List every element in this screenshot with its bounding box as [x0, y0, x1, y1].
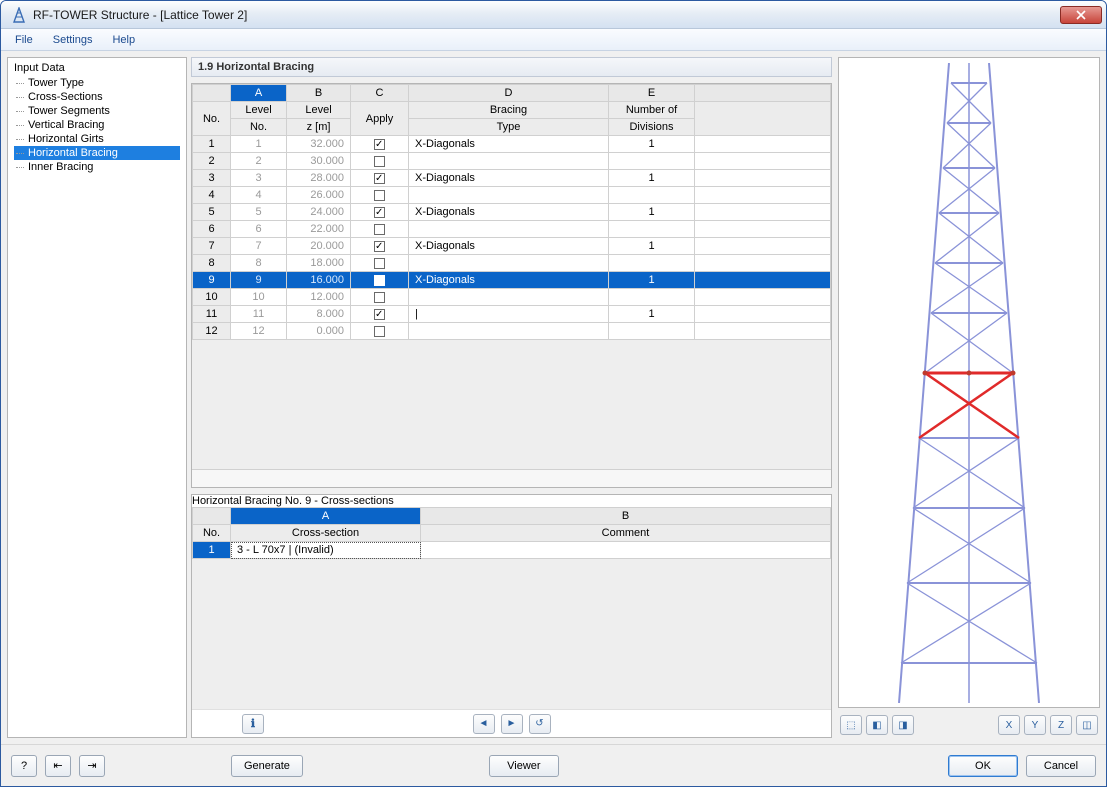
tree-item-1[interactable]: Cross-Sections: [14, 90, 180, 104]
tree-item-6[interactable]: Inner Bracing: [14, 160, 180, 174]
sub-title: Horizontal Bracing No. 9 - Cross-section…: [192, 495, 831, 507]
export-button[interactable]: ⇥: [79, 755, 105, 777]
app-window: RF-TOWER Structure - [Lattice Tower 2] F…: [0, 0, 1107, 787]
viewer-3d[interactable]: [838, 57, 1100, 708]
cs-cell-b[interactable]: [421, 542, 831, 559]
col-no[interactable]: No.: [193, 102, 231, 136]
grid-statusbar: [192, 469, 831, 487]
sidebar-header: Input Data: [14, 62, 180, 74]
window-title: RF-TOWER Structure - [Lattice Tower 2]: [33, 8, 1060, 22]
apply-checkbox[interactable]: [374, 156, 385, 167]
info-button[interactable]: ℹ: [242, 714, 264, 734]
sidebar: Input Data Tower TypeCross-SectionsTower…: [7, 57, 187, 738]
menu-file[interactable]: File: [9, 32, 39, 48]
apply-checkbox[interactable]: [374, 275, 385, 286]
tower-graphic: [839, 63, 1099, 703]
viewer-toolbar: ⬚ ◧ ◨ X Y Z ◫: [838, 712, 1100, 738]
main-grid[interactable]: A B C D E No. Level Level: [191, 83, 832, 488]
viewer-column: ⬚ ◧ ◨ X Y Z ◫: [838, 57, 1100, 738]
view-y[interactable]: Y: [1024, 715, 1046, 735]
grid-row[interactable]: 3328.000X-Diagonals1: [193, 170, 831, 187]
title-bar[interactable]: RF-TOWER Structure - [Lattice Tower 2]: [1, 1, 1106, 29]
grid-row[interactable]: 6622.000: [193, 221, 831, 238]
ok-button[interactable]: OK: [948, 755, 1018, 777]
close-button[interactable]: [1060, 6, 1102, 24]
reset-button[interactable]: ↺: [529, 714, 551, 734]
tree-item-5[interactable]: Horizontal Bracing: [14, 146, 180, 160]
cancel-button[interactable]: Cancel: [1026, 755, 1096, 777]
help-button[interactable]: ?: [11, 755, 37, 777]
grid-row[interactable]: 2230.000: [193, 153, 831, 170]
main: 1.9 Horizontal Bracing A B C D E: [191, 57, 1100, 738]
view-x[interactable]: X: [998, 715, 1020, 735]
cs-row[interactable]: 1 3 - L 70x7 | (Invalid): [193, 542, 831, 559]
col-letter-b[interactable]: B: [287, 85, 351, 102]
viewer-button[interactable]: Viewer: [489, 755, 559, 777]
view-z[interactable]: Z: [1050, 715, 1072, 735]
grid-row[interactable]: 5524.000X-Diagonals1: [193, 204, 831, 221]
tree-item-0[interactable]: Tower Type: [14, 76, 180, 90]
grid-row[interactable]: 4426.000: [193, 187, 831, 204]
apply-checkbox[interactable]: [374, 139, 385, 150]
apply-checkbox[interactable]: [374, 258, 385, 269]
apply-checkbox[interactable]: [374, 326, 385, 337]
col-letter-e[interactable]: E: [609, 85, 695, 102]
apply-checkbox[interactable]: [374, 224, 385, 235]
apply-checkbox[interactable]: [374, 241, 385, 252]
cross-sections-panel: Horizontal Bracing No. 9 - Cross-section…: [191, 494, 832, 738]
cs-cell-a[interactable]: 3 - L 70x7 | (Invalid): [231, 542, 421, 559]
grid-row[interactable]: 101012.000: [193, 289, 831, 306]
prev-button[interactable]: ◄: [473, 714, 495, 734]
cross-section-table[interactable]: A B No. Cross-section Comment 1: [192, 507, 831, 559]
tree-item-4[interactable]: Horizontal Girts: [14, 132, 180, 146]
grid-row[interactable]: 12120.000: [193, 323, 831, 340]
grid-row[interactable]: 9916.000X-Diagonals1: [193, 272, 831, 289]
grid-filler: [192, 340, 831, 469]
grid-row[interactable]: 1132.000X-Diagonals1: [193, 136, 831, 153]
view-tool-2[interactable]: ◧: [866, 715, 888, 735]
view-tool-1[interactable]: ⬚: [840, 715, 862, 735]
apply-checkbox[interactable]: [374, 309, 385, 320]
view-tool-3[interactable]: ◨: [892, 715, 914, 735]
grid-row[interactable]: 8818.000: [193, 255, 831, 272]
grid-row[interactable]: 11118.000|1: [193, 306, 831, 323]
footer: ? ⇤ ⇥ Generate Viewer OK Cancel: [1, 744, 1106, 786]
menu-settings[interactable]: Settings: [47, 32, 99, 48]
col-letter-a[interactable]: A: [231, 85, 287, 102]
menu-help[interactable]: Help: [106, 32, 141, 48]
apply-checkbox[interactable]: [374, 173, 385, 184]
tree-item-3[interactable]: Vertical Bracing: [14, 118, 180, 132]
view-iso[interactable]: ◫: [1076, 715, 1098, 735]
apply-checkbox[interactable]: [374, 292, 385, 303]
close-icon: [1076, 10, 1086, 20]
sub-nav: ℹ ◄ ► ↺: [192, 709, 831, 737]
panel-title: 1.9 Horizontal Bracing: [191, 57, 832, 77]
next-button[interactable]: ►: [501, 714, 523, 734]
bracing-table[interactable]: A B C D E No. Level Level: [192, 84, 831, 340]
import-button[interactable]: ⇤: [45, 755, 71, 777]
center-column: 1.9 Horizontal Bracing A B C D E: [191, 57, 832, 738]
tree-item-2[interactable]: Tower Segments: [14, 104, 180, 118]
apply-checkbox[interactable]: [374, 207, 385, 218]
nav-tree: Tower TypeCross-SectionsTower SegmentsVe…: [14, 76, 180, 174]
apply-checkbox[interactable]: [374, 190, 385, 201]
generate-button[interactable]: Generate: [231, 755, 303, 777]
app-icon: [11, 7, 27, 23]
grid-row[interactable]: 7720.000X-Diagonals1: [193, 238, 831, 255]
body: Input Data Tower TypeCross-SectionsTower…: [1, 51, 1106, 744]
col-letter-c[interactable]: C: [351, 85, 409, 102]
menu-bar: File Settings Help: [1, 29, 1106, 51]
col-letter-d[interactable]: D: [409, 85, 609, 102]
